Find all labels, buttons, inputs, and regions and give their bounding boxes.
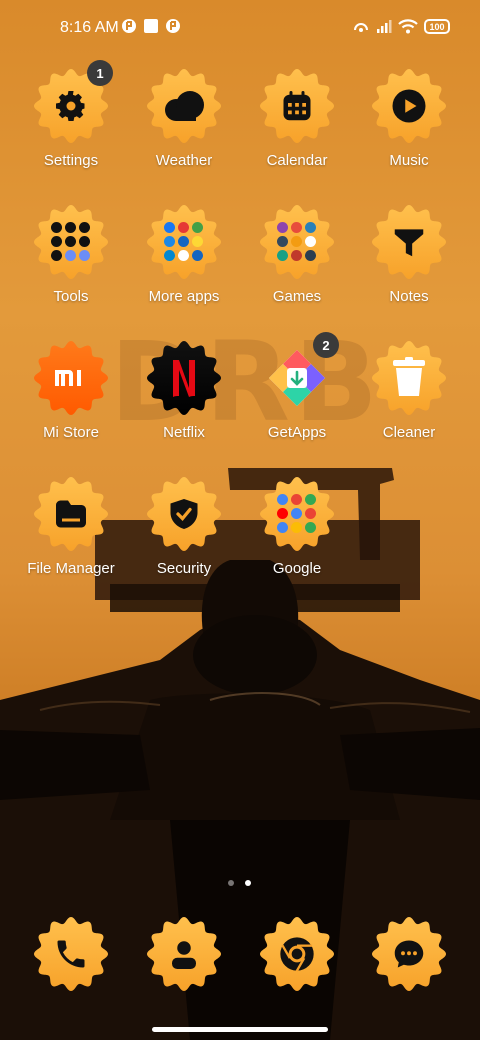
contact-icon — [146, 916, 222, 992]
play-icon — [371, 68, 447, 144]
app-games[interactable]: Games — [241, 200, 353, 330]
app-label: Netflix — [163, 424, 205, 441]
app-settings[interactable]: 1 Settings — [15, 60, 127, 194]
calendar-icon — [259, 68, 335, 144]
app-label: Cleaner — [382, 424, 436, 441]
app-label: Mi Store — [43, 424, 99, 441]
page-dot-2-active[interactable] — [245, 880, 251, 886]
dock — [0, 912, 480, 1012]
getapps-logo-icon: 2 — [259, 332, 339, 416]
folder-preview — [50, 221, 92, 263]
page-indicator — [228, 880, 252, 888]
cloud-icon — [146, 68, 222, 144]
app-weather[interactable]: Weather — [128, 64, 240, 194]
app-mi-store[interactable]: Mi Store — [15, 336, 127, 466]
folder-file-icon — [33, 476, 109, 552]
gear-icon: 1 — [33, 60, 113, 144]
home-app-grid: 1 Settings Weather Calendar Music Tools M… — [0, 0, 480, 600]
mi-logo-icon — [33, 340, 109, 416]
app-getapps[interactable]: 2 GetApps — [241, 332, 353, 466]
app-label: Tools — [53, 288, 89, 305]
dock-chrome[interactable] — [241, 912, 353, 1012]
app-file-manager[interactable]: File Manager — [15, 472, 127, 602]
folder-icon — [259, 476, 335, 552]
app-label: Music — [389, 152, 429, 169]
app-label: File Manager — [27, 560, 115, 577]
shield-check-icon — [146, 476, 222, 552]
app-music[interactable]: Music — [353, 64, 465, 194]
folder-icon — [146, 204, 222, 280]
dock-contacts[interactable] — [128, 912, 240, 1012]
folder-icon — [259, 204, 335, 280]
folder-preview — [163, 221, 205, 263]
notes-icon — [371, 204, 447, 280]
dock-messages[interactable] — [353, 912, 465, 1012]
folder-preview — [276, 221, 318, 263]
dock-phone[interactable] — [15, 912, 127, 1012]
netflix-logo-icon — [146, 340, 222, 416]
phone-icon — [33, 916, 109, 992]
app-more-apps[interactable]: More apps — [128, 200, 240, 330]
app-label: GetApps — [267, 424, 327, 441]
gesture-handle[interactable] — [152, 1027, 328, 1032]
folder-icon — [33, 204, 109, 280]
app-cleaner[interactable]: Cleaner — [353, 336, 465, 466]
chrome-icon — [259, 916, 335, 992]
trash-icon — [371, 340, 447, 416]
app-label: Calendar — [266, 152, 328, 169]
app-label: Settings — [43, 152, 99, 169]
app-label: Google — [272, 560, 322, 577]
message-icon — [371, 916, 447, 992]
app-label: Games — [272, 288, 322, 305]
app-label: Notes — [389, 288, 429, 305]
app-notes[interactable]: Notes — [353, 200, 465, 330]
page-dot-1[interactable] — [228, 880, 234, 886]
notification-badge: 2 — [313, 332, 339, 358]
app-label: Weather — [155, 152, 213, 169]
app-security[interactable]: Security — [128, 472, 240, 602]
notification-badge: 1 — [87, 60, 113, 86]
app-calendar[interactable]: Calendar — [241, 64, 353, 194]
app-tools[interactable]: Tools — [15, 200, 127, 330]
app-label: Security — [156, 560, 212, 577]
app-google[interactable]: Google — [241, 472, 353, 602]
app-netflix[interactable]: Netflix — [128, 336, 240, 466]
app-label: More apps — [148, 288, 220, 305]
folder-preview — [276, 493, 318, 535]
